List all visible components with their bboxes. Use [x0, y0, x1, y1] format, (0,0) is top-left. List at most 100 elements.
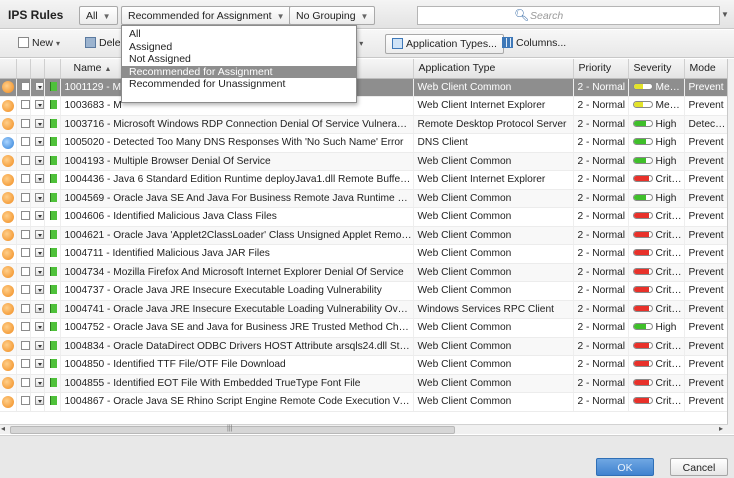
- select-cell[interactable]: [16, 263, 31, 282]
- select-cell[interactable]: [16, 152, 31, 171]
- grouping-dropdown[interactable]: No Grouping ▼: [289, 6, 376, 25]
- menu-cell[interactable]: [30, 337, 45, 356]
- menu-cell[interactable]: [30, 281, 45, 301]
- search-options-chevron-icon[interactable]: ▼: [721, 10, 729, 19]
- select-cell[interactable]: [16, 374, 31, 393]
- row-checkbox[interactable]: [20, 192, 29, 202]
- column-header-application-type[interactable]: Application Type: [413, 59, 574, 79]
- row-menu-icon[interactable]: [34, 229, 43, 239]
- row-checkbox[interactable]: [20, 322, 29, 332]
- row-menu-icon[interactable]: [34, 340, 43, 350]
- table-row[interactable]: 1004737 - Oracle Java JRE Insecure Execu…: [0, 281, 727, 301]
- row-menu-icon[interactable]: [34, 359, 43, 369]
- cancel-button[interactable]: Cancel: [670, 458, 728, 476]
- row-menu-icon[interactable]: [34, 396, 43, 406]
- table-row[interactable]: 1004436 - Java 6 Standard Edition Runtim…: [0, 170, 727, 190]
- horizontal-scroll-thumb[interactable]: |||: [10, 425, 455, 434]
- row-menu-icon[interactable]: [34, 285, 43, 295]
- menu-item-all[interactable]: All: [122, 28, 356, 41]
- select-cell[interactable]: [16, 189, 31, 208]
- row-checkbox[interactable]: [20, 137, 29, 147]
- table-row[interactable]: 1004850 - Identified TTF File/OTF File D…: [0, 355, 727, 375]
- row-checkbox[interactable]: [20, 100, 29, 110]
- row-checkbox[interactable]: [20, 174, 29, 184]
- column-header-priority[interactable]: Priority: [573, 59, 629, 79]
- column-header-mode[interactable]: Mode: [684, 59, 727, 79]
- select-cell[interactable]: [16, 207, 31, 227]
- row-menu-icon[interactable]: [34, 137, 43, 147]
- select-cell[interactable]: [16, 355, 31, 375]
- select-cell[interactable]: [16, 300, 31, 319]
- menu-cell[interactable]: [30, 300, 45, 319]
- horizontal-scrollbar[interactable]: ◂ ||| ▸: [0, 424, 728, 434]
- application-types-button[interactable]: Application Types...: [385, 34, 504, 54]
- row-checkbox[interactable]: [20, 285, 29, 295]
- table-row[interactable]: 1003683 - MabilityWeb Client Internet Ex…: [0, 96, 727, 116]
- menu-item-not-assigned[interactable]: Not Assigned: [122, 53, 356, 66]
- ok-button[interactable]: OK: [596, 458, 654, 476]
- menu-cell[interactable]: [30, 226, 45, 245]
- table-row[interactable]: 1004834 - Oracle DataDirect ODBC Drivers…: [0, 337, 727, 356]
- menu-cell[interactable]: [30, 78, 45, 97]
- table-row[interactable]: 1004867 - Oracle Java SE Rhino Script En…: [0, 392, 727, 412]
- table-row[interactable]: 1004855 - Identified EOT File With Embed…: [0, 374, 727, 393]
- row-menu-icon[interactable]: [34, 322, 43, 332]
- row-checkbox[interactable]: [20, 377, 29, 387]
- table-row[interactable]: 1001129 - Mssing Buff...Web Client Commo…: [0, 78, 727, 97]
- menu-cell[interactable]: [30, 207, 45, 227]
- menu-cell[interactable]: [30, 392, 45, 412]
- select-cell[interactable]: [16, 318, 31, 338]
- select-cell[interactable]: [16, 281, 31, 301]
- row-menu-icon[interactable]: [34, 155, 43, 165]
- row-menu-icon[interactable]: [34, 377, 43, 387]
- row-checkbox[interactable]: [20, 396, 29, 406]
- select-cell[interactable]: [16, 115, 31, 134]
- row-checkbox[interactable]: [20, 266, 29, 276]
- row-menu-icon[interactable]: [34, 266, 43, 276]
- select-cell[interactable]: [16, 96, 31, 116]
- scroll-right-icon[interactable]: ▸: [719, 424, 723, 433]
- filter-all-dropdown[interactable]: All ▼: [79, 6, 118, 25]
- menu-cell[interactable]: [30, 318, 45, 338]
- table-row[interactable]: 1004621 - Oracle Java 'Applet2ClassLoade…: [0, 226, 727, 245]
- row-menu-icon[interactable]: [34, 81, 43, 91]
- row-checkbox[interactable]: [20, 248, 29, 258]
- row-checkbox[interactable]: [20, 81, 29, 91]
- table-row[interactable]: 1005020 - Detected Too Many DNS Response…: [0, 133, 727, 153]
- row-menu-icon[interactable]: [34, 118, 43, 128]
- select-cell[interactable]: [16, 244, 31, 264]
- row-menu-icon[interactable]: [34, 192, 43, 202]
- vertical-scrollbar[interactable]: [728, 59, 734, 434]
- row-checkbox[interactable]: [20, 303, 29, 313]
- menu-cell[interactable]: [30, 115, 45, 134]
- search-field[interactable]: 🔍︎ Search: [417, 6, 720, 25]
- table-row[interactable]: 1004741 - Oracle Java JRE Insecure Execu…: [0, 300, 727, 319]
- select-cell[interactable]: [16, 337, 31, 356]
- table-row[interactable]: 1004569 - Oracle Java SE And Java For Bu…: [0, 189, 727, 208]
- menu-cell[interactable]: [30, 152, 45, 171]
- row-menu-icon[interactable]: [34, 174, 43, 184]
- columns-button[interactable]: Columns...: [496, 34, 572, 54]
- menu-cell[interactable]: [30, 263, 45, 282]
- table-row[interactable]: 1004193 - Multiple Browser Denial Of Ser…: [0, 152, 727, 171]
- select-cell[interactable]: [16, 392, 31, 412]
- select-cell[interactable]: [16, 78, 31, 97]
- row-checkbox[interactable]: [20, 359, 29, 369]
- menu-cell[interactable]: [30, 189, 45, 208]
- scroll-left-icon[interactable]: ◂: [1, 424, 5, 433]
- row-checkbox[interactable]: [20, 340, 29, 350]
- select-cell[interactable]: [16, 226, 31, 245]
- menu-cell[interactable]: [30, 96, 45, 116]
- select-cell[interactable]: [16, 170, 31, 190]
- row-menu-icon[interactable]: [34, 100, 43, 110]
- menu-item-recommended-for-unassignment[interactable]: Recommended for Unassignment: [122, 78, 356, 91]
- row-menu-icon[interactable]: [34, 211, 43, 221]
- column-header-severity[interactable]: Severity: [628, 59, 685, 79]
- menu-cell[interactable]: [30, 133, 45, 153]
- row-checkbox[interactable]: [20, 229, 29, 239]
- table-row[interactable]: 1004752 - Oracle Java SE and Java for Bu…: [0, 318, 727, 338]
- menu-cell[interactable]: [30, 170, 45, 190]
- assignment-filter-dropdown[interactable]: Recommended for Assignment ▼: [121, 6, 292, 25]
- row-menu-icon[interactable]: [34, 248, 43, 258]
- table-row[interactable]: 1003716 - Microsoft Windows RDP Connecti…: [0, 115, 727, 134]
